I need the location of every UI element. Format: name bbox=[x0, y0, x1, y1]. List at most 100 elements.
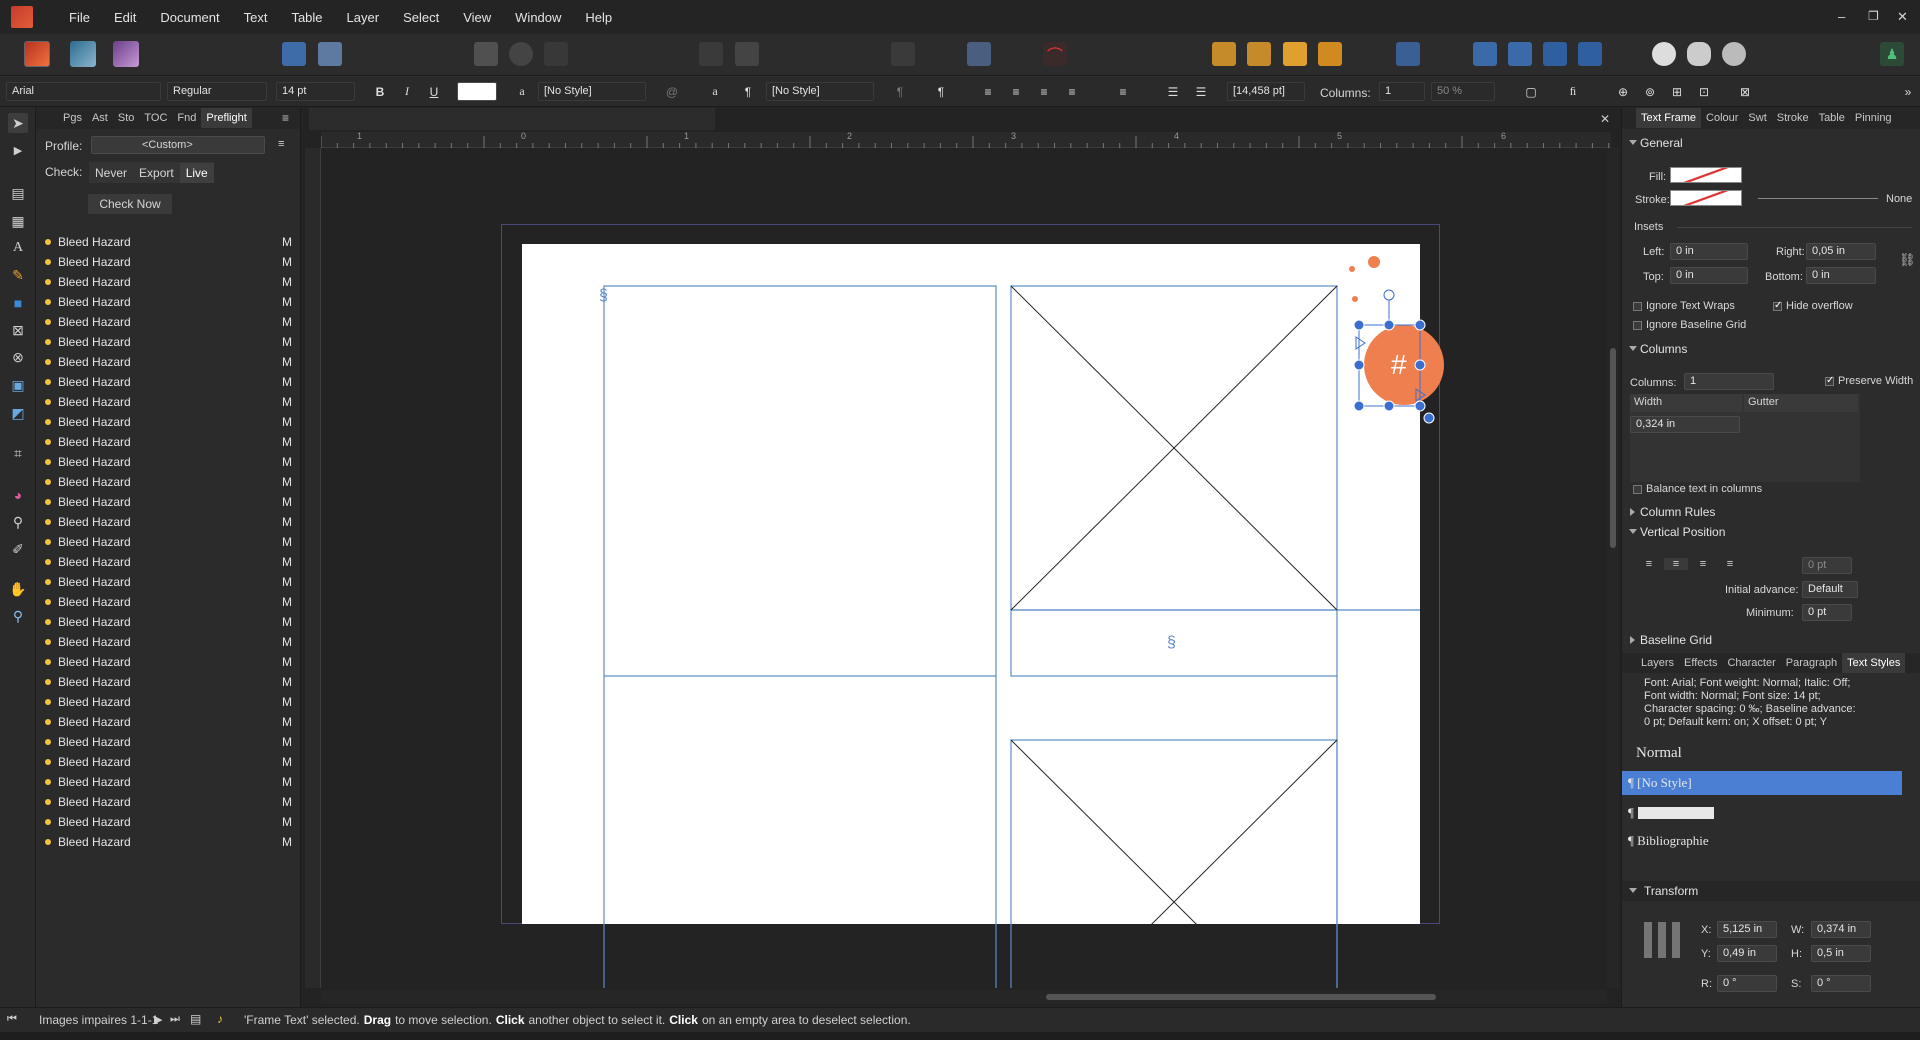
preflight-issue-row[interactable]: Bleed Hazard M bbox=[36, 652, 301, 672]
text-colour-swatch[interactable] bbox=[457, 82, 497, 101]
menu-edit[interactable]: Edit bbox=[102, 10, 148, 25]
preflight-issue-row[interactable]: Bleed Hazard M bbox=[36, 812, 301, 832]
snap-icon-1[interactable]: ⊕ bbox=[1613, 82, 1633, 101]
preflight-issue-row[interactable]: Bleed Hazard M bbox=[36, 312, 301, 332]
initial-advance-select[interactable]: Default bbox=[1802, 581, 1858, 598]
next-page-icon[interactable]: ▶ bbox=[154, 1013, 162, 1026]
tab-swatches[interactable]: Swt bbox=[1743, 112, 1771, 124]
preflight-issue-row[interactable]: Bleed Hazard M bbox=[36, 332, 301, 352]
stroke-swatch[interactable] bbox=[1670, 190, 1742, 206]
minimize-button[interactable]: – bbox=[1838, 9, 1845, 24]
hide-overflow-checkbox[interactable] bbox=[1773, 300, 1782, 311]
menu-layer[interactable]: Layer bbox=[335, 10, 392, 25]
clear-para-style-button[interactable]: ¶ bbox=[890, 82, 910, 101]
horizontal-scrollbar[interactable] bbox=[321, 990, 1607, 1004]
character-style-select[interactable]: [No Style] bbox=[538, 82, 646, 101]
check-export-button[interactable]: Export bbox=[133, 166, 180, 180]
inset-left-field[interactable]: 0 in bbox=[1670, 243, 1748, 260]
artistic-text-tool-icon[interactable]: A bbox=[8, 238, 28, 258]
preflight-issue-row[interactable]: Bleed Hazard M bbox=[36, 552, 301, 572]
ignore-baseline-checkbox[interactable] bbox=[1633, 321, 1642, 330]
tab-assets[interactable]: Ast bbox=[87, 112, 113, 124]
frame-options-button[interactable]: ▢ bbox=[1521, 82, 1541, 101]
flip-vertical-icon[interactable] bbox=[1508, 42, 1532, 66]
page-selector[interactable]: Images impaires 1-1-1 bbox=[39, 1013, 158, 1027]
overflow-handle[interactable] bbox=[1423, 412, 1435, 424]
empty-mode-icon[interactable] bbox=[544, 42, 568, 66]
preflight-issue-row[interactable]: Bleed Hazard M bbox=[36, 532, 301, 552]
column-rules-section[interactable]: Column Rules bbox=[1622, 502, 1920, 522]
preflight-issue-row[interactable]: Bleed Hazard M bbox=[36, 592, 301, 612]
rotate-handle[interactable] bbox=[1383, 289, 1395, 301]
tab-colour[interactable]: Colour bbox=[1701, 112, 1743, 124]
zoom-tool-icon[interactable]: ⚲ bbox=[8, 606, 28, 626]
pages-icon[interactable]: ▤ bbox=[190, 1012, 201, 1026]
place-tool-icon[interactable]: ◩ bbox=[8, 403, 28, 423]
numbered-list-button[interactable]: ☰ bbox=[1191, 82, 1211, 101]
boolean-intersect-icon[interactable] bbox=[1722, 42, 1746, 66]
valign-top-button[interactable]: ≡ bbox=[1637, 558, 1661, 570]
fill-swatch[interactable] bbox=[1670, 167, 1742, 183]
boolean-subtract-icon[interactable] bbox=[1687, 42, 1711, 66]
designer-persona-icon[interactable] bbox=[70, 41, 96, 67]
preflight-issue-row[interactable]: Bleed Hazard M bbox=[36, 472, 301, 492]
style-blank[interactable]: ¶ bbox=[1622, 801, 1909, 825]
bullet-list-button[interactable]: ☰ bbox=[1163, 82, 1183, 101]
rectangle-tool-icon[interactable]: ■ bbox=[8, 293, 28, 313]
check-live-button[interactable]: Live bbox=[179, 162, 214, 183]
preflight-issue-row[interactable]: Bleed Hazard M bbox=[36, 252, 301, 272]
preflight-issue-row[interactable]: Bleed Hazard M bbox=[36, 792, 301, 812]
baseline-grid-section[interactable]: Baseline Grid bbox=[1622, 630, 1920, 650]
baseline-field[interactable]: [14,458 pt] bbox=[1227, 82, 1305, 101]
preflight-issue-row[interactable]: Bleed Hazard M bbox=[36, 612, 301, 632]
preflight-issue-row[interactable]: Bleed Hazard M bbox=[36, 352, 301, 372]
colour-picker-tool-icon[interactable]: ◕ bbox=[8, 485, 28, 505]
snapping-magnet-icon[interactable]: ⌒ bbox=[1043, 42, 1067, 66]
last-page-icon[interactable]: ⏭ bbox=[170, 1013, 180, 1026]
justify-button[interactable]: ≡ bbox=[1062, 82, 1082, 101]
restore-button[interactable]: ❐ bbox=[1868, 9, 1879, 23]
preflight-issue-row[interactable]: Bleed Hazard M bbox=[36, 692, 301, 712]
rotate-right-icon[interactable] bbox=[1578, 42, 1602, 66]
underline-button[interactable]: U bbox=[424, 82, 444, 101]
preflight-issue-row[interactable]: Bleed Hazard M bbox=[36, 732, 301, 752]
text-wrap-icon[interactable] bbox=[967, 42, 991, 66]
share-icon[interactable] bbox=[282, 42, 306, 66]
preflight-issue-row[interactable]: Bleed Hazard M bbox=[36, 412, 301, 432]
handle-bm[interactable] bbox=[1383, 400, 1395, 412]
panel-menu-icon[interactable]: ≡ bbox=[277, 111, 294, 125]
tab-stroke[interactable]: Stroke bbox=[1772, 112, 1814, 124]
ligature-button[interactable]: ﬁ bbox=[1563, 82, 1583, 101]
s-field[interactable]: 0 ° bbox=[1811, 975, 1871, 992]
tab-preflight[interactable]: Preflight bbox=[201, 108, 252, 128]
handle-tm[interactable] bbox=[1383, 319, 1395, 331]
vp-field[interactable]: 0 pt bbox=[1802, 557, 1852, 574]
check-now-button[interactable]: Check Now bbox=[88, 194, 172, 214]
style-normal[interactable]: Normal bbox=[1622, 741, 1909, 765]
node-tool-icon[interactable]: ▶ bbox=[8, 140, 28, 160]
vertical-align-button[interactable]: ≡ bbox=[1113, 82, 1133, 101]
vertical-scroll-thumb[interactable] bbox=[1610, 348, 1616, 548]
menu-file[interactable]: File bbox=[57, 10, 102, 25]
arrange-backward-icon[interactable] bbox=[1247, 42, 1271, 66]
balance-columns-checkbox[interactable] bbox=[1633, 485, 1642, 494]
pin-icon[interactable] bbox=[699, 42, 723, 66]
picture-frame-tool-icon[interactable]: ⊠ bbox=[8, 320, 28, 340]
bold-button[interactable]: B bbox=[370, 82, 390, 101]
picture-frame-bottom[interactable] bbox=[1010, 739, 1338, 988]
text-frame-left-top[interactable] bbox=[603, 285, 997, 677]
vertical-position-section[interactable]: Vertical Position bbox=[1622, 522, 1920, 542]
snap-icon-2[interactable]: ⊚ bbox=[1640, 82, 1660, 101]
app-logo[interactable] bbox=[11, 6, 33, 28]
inline-pin-icon[interactable] bbox=[735, 42, 759, 66]
font-style-select[interactable]: Regular bbox=[167, 82, 267, 101]
check-never-button[interactable]: Never bbox=[89, 166, 133, 180]
export-icon[interactable] bbox=[318, 42, 342, 66]
hand-tool-icon[interactable]: ✋ bbox=[8, 579, 28, 599]
align-left-button[interactable]: ≡ bbox=[978, 82, 998, 101]
handle-ml[interactable] bbox=[1353, 359, 1365, 371]
preflight-issue-row[interactable]: Bleed Hazard M bbox=[36, 452, 301, 472]
snap-icon-5[interactable]: ⊠ bbox=[1735, 82, 1755, 101]
document-canvas[interactable]: ✕ 1 0 1 2 3 4 5 6 § § # bbox=[301, 107, 1621, 1007]
fill-tool-icon[interactable]: ⚲ bbox=[8, 512, 28, 532]
